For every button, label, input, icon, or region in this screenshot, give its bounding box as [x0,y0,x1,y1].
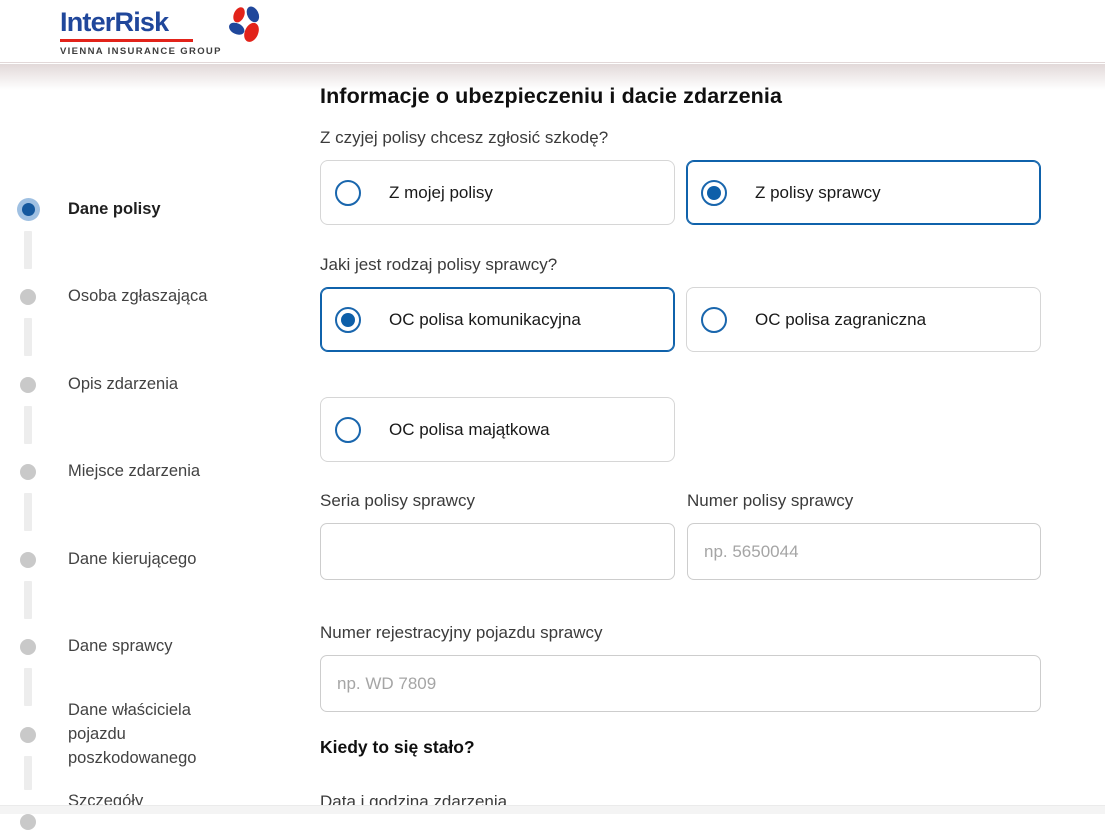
step-dane-sprawcy[interactable]: Dane sprawcy [20,635,228,659]
vig-pinwheel-icon [227,5,264,45]
option-oc-zagraniczna[interactable]: OC polisa zagraniczna [686,287,1041,352]
interrisk-logo: InterRisk VIENNA INSURANCE GROUP [60,7,264,57]
step-dane-kierujacego[interactable]: Dane kierującego [20,548,228,572]
step-dot-icon [20,639,36,655]
question-policy-type: Jaki jest rodzaj polisy sprawcy? [320,255,557,275]
numer-polisy-input[interactable] [687,523,1041,580]
step-osoba-zglaszajaca[interactable]: Osoba zgłaszająca [20,285,228,309]
section-when-title: Kiedy to się stało? [320,737,475,758]
step-dane-polisy[interactable]: Dane polisy [20,198,228,222]
step-connector [24,493,32,531]
options-policy-type-row1: OC polisa komunikacyjna OC polisa zagran… [320,287,1041,352]
page-title: Informacje o ubezpieczeniu i dacie zdarz… [320,84,1041,109]
options-policy-type-row2: OC polisa majątkowa [320,397,1041,462]
option-label: Z mojej polisy [389,183,493,203]
step-dot-icon [20,377,36,393]
radio-checked-icon [701,180,727,206]
step-connector [24,318,32,356]
progress-stepper: Dane polisy Osoba zgłaszająca Opis zdarz… [0,0,300,814]
option-oc-komunikacyjna[interactable]: OC polisa komunikacyjna [320,287,675,352]
brand-name: InterRisk [60,7,222,37]
option-label: OC polisa zagraniczna [755,310,926,330]
step-dot-icon [20,727,36,743]
option-label: OC polisa majątkowa [389,420,550,440]
step-miejsce-zdarzenia[interactable]: Miejsce zdarzenia [20,460,228,484]
step-label: Opis zdarzenia [68,373,228,397]
step-opis-zdarzenia[interactable]: Opis zdarzenia [20,373,228,397]
radio-checked-icon [335,307,361,333]
active-step-dot-icon [17,198,40,221]
step-connector [24,231,32,269]
step-dot-icon [20,464,36,480]
form-main: Informacje o ubezpieczeniu i dacie zdarz… [320,0,1041,814]
label-seria-polisy: Seria polisy sprawcy [320,491,475,511]
step-label: Dane właściciela pojazdu poszkodowanego [68,699,228,771]
options-whose-policy: Z mojej polisy Z polisy sprawcy [320,160,1041,225]
app-header: InterRisk VIENNA INSURANCE GROUP [0,0,1105,63]
step-connector [24,581,32,619]
option-z-polisy-sprawcy[interactable]: Z polisy sprawcy [686,160,1041,225]
option-z-mojej-polisy[interactable]: Z mojej polisy [320,160,675,225]
step-label: Dane sprawcy [68,635,228,659]
step-dot-icon [20,289,36,305]
option-oc-majatkowa[interactable]: OC polisa majątkowa [320,397,675,462]
step-dane-wlasciciela[interactable]: Dane właściciela pojazdu poszkodowanego [20,699,228,771]
brand-subtitle: VIENNA INSURANCE GROUP [60,46,222,57]
step-connector [24,406,32,444]
step-dot-icon [20,814,36,830]
step-label: Dane kierującego [68,548,228,572]
step-label: Dane polisy [68,198,228,222]
step-connector [24,756,32,790]
step-label: Miejsce zdarzenia [68,460,228,484]
step-label: Osoba zgłaszająca [68,285,228,309]
step-dot-icon [20,552,36,568]
brand-red-rule [60,39,193,42]
radio-unchecked-icon [335,180,361,206]
option-label: OC polisa komunikacyjna [389,310,581,330]
label-numer-polisy: Numer polisy sprawcy [687,491,853,511]
radio-unchecked-icon [701,307,727,333]
question-whose-policy: Z czyjej polisy chcesz zgłosić szkodę? [320,128,608,148]
radio-unchecked-icon [335,417,361,443]
seria-polisy-input[interactable] [320,523,675,580]
label-numer-rejestracyjny: Numer rejestracyjny pojazdu sprawcy [320,623,603,643]
numer-rejestracyjny-input[interactable] [320,655,1041,712]
option-label: Z polisy sprawcy [755,183,881,203]
bottom-bar [0,805,1105,814]
